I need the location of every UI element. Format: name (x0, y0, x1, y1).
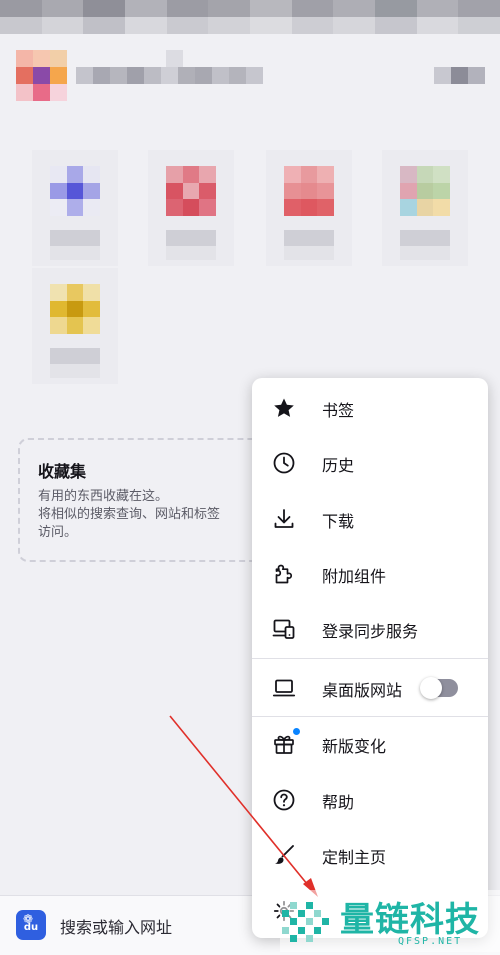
brush-icon (275, 845, 294, 864)
shortcut-2-icon (166, 166, 216, 216)
shortcut-5-icon (50, 284, 100, 334)
search-input[interactable]: 搜索或输入网址 (60, 914, 172, 938)
collections-card[interactable]: 收藏集 有用的东西收藏在这。 将相似的搜索查询、网站和标签 访问。 (18, 438, 280, 562)
menu-label-bookmarks: 书签 (322, 401, 355, 420)
watermark-title: 量链科技 (340, 900, 480, 940)
baidu-icon[interactable]: ❁ du (16, 910, 46, 940)
menu-label-desktop-site: 桌面版网站 (322, 681, 403, 700)
menu-item-addons[interactable]: 附加组件 (252, 546, 488, 602)
laptop-icon (272, 679, 296, 697)
menu-item-help[interactable]: 帮助 (252, 772, 488, 828)
gift-icon (274, 735, 294, 754)
menu-item-bookmarks[interactable]: 书签 (252, 380, 488, 436)
menu-item-history[interactable]: 历史 (252, 435, 488, 491)
menu-divider (252, 658, 488, 659)
watermark-logo-icon (282, 902, 329, 942)
menu-label-customize-home: 定制主页 (322, 848, 387, 867)
watermark: 量链科技 QFSP.NET (280, 890, 500, 952)
menu-item-downloads[interactable]: 下载 (252, 491, 488, 547)
shortcut-4-icon (400, 166, 450, 216)
collections-title: 收藏集 (38, 462, 87, 481)
menu-label-history: 历史 (322, 456, 355, 475)
shortcut-tile-4[interactable] (382, 150, 468, 266)
shortcut-1-icon (50, 166, 100, 216)
desktop-site-toggle[interactable] (420, 677, 458, 699)
menu-label-addons: 附加组件 (322, 567, 387, 586)
menu-label-downloads: 下载 (322, 512, 355, 531)
star-icon (274, 398, 294, 417)
menu-label-help: 帮助 (322, 793, 355, 812)
shortcut-tile-2[interactable] (148, 150, 234, 266)
help-icon (273, 789, 295, 811)
blurred-header (16, 50, 486, 101)
shortcut-3-icon (284, 166, 334, 216)
menu-item-desktop-site[interactable]: 桌面版网站 (252, 660, 488, 716)
main-menu: 书签 历史 下载 附加组件 登录同步服务 桌面版网站 新版变化 帮助 定制主页 (252, 378, 488, 938)
shortcut-tile-5[interactable] (32, 268, 118, 384)
toggle-knob (420, 677, 442, 699)
collections-description: 有用的东西收藏在这。 将相似的搜索查询、网站和标签 访问。 (38, 489, 221, 540)
menu-label-sync: 登录同步服务 (322, 622, 419, 641)
status-bar-blurred (0, 0, 500, 34)
menu-item-whats-new[interactable]: 新版变化 (252, 716, 488, 772)
watermark-url: QFSP.NET (398, 936, 463, 947)
menu-item-customize-home[interactable]: 定制主页 (252, 827, 488, 883)
download-icon (274, 509, 294, 528)
puzzle-icon (275, 564, 293, 584)
sync-devices-icon (272, 619, 295, 639)
new-badge-dot (293, 728, 300, 735)
shortcut-tile-1[interactable] (32, 150, 118, 266)
menu-label-whats-new: 新版变化 (322, 737, 387, 756)
menu-item-sync[interactable]: 登录同步服务 (252, 601, 488, 657)
shortcut-tile-3[interactable] (266, 150, 352, 266)
clock-icon (273, 452, 295, 474)
